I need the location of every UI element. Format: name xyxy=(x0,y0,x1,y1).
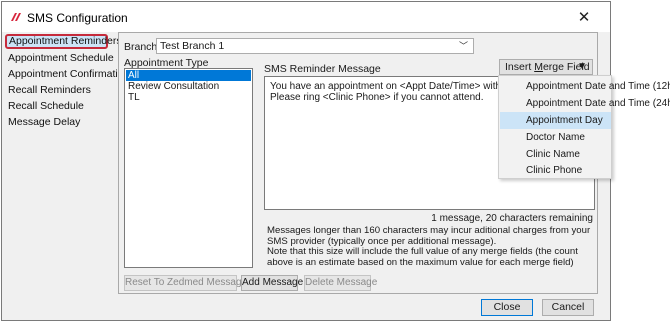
sidebar-item-appointment-confirmation[interactable]: Appointment Confirmation xyxy=(8,66,129,82)
branch-label: Branch: xyxy=(124,41,161,53)
sms-config-dialog: SMS Configuration ✕ Appointment Reminder… xyxy=(1,1,670,321)
chevron-down-icon: ﹀ xyxy=(458,41,468,51)
branch-select[interactable]: Test Branch 1 ﹀ xyxy=(156,38,474,54)
sidebar-item-appointment-reminders[interactable]: Appointment Reminders xyxy=(5,34,122,49)
menu-item-clinic-name[interactable]: Clinic Name xyxy=(500,146,611,163)
menu-item-doctor-name[interactable]: Doctor Name xyxy=(500,129,611,146)
menu-item-appt-datetime-24hr[interactable]: Appointment Date and Time (24hr) xyxy=(500,95,670,112)
list-item[interactable]: Review Consultation xyxy=(126,81,251,92)
close-icon[interactable]: ✕ xyxy=(572,8,596,28)
sidebar-item-appointment-schedule[interactable]: Appointment Schedule xyxy=(8,50,114,66)
list-item[interactable]: TL xyxy=(126,92,251,103)
list-item[interactable]: All xyxy=(126,70,251,81)
menu-item-appt-day[interactable]: Appointment Day xyxy=(500,112,611,129)
merge-button-label-pre: Insert xyxy=(505,61,535,73)
merge-button-mnemonic: M xyxy=(534,61,543,73)
sms-message-label: SMS Reminder Message xyxy=(264,63,381,75)
sidebar-item-recall-schedule[interactable]: Recall Schedule xyxy=(8,98,84,114)
title-bar: SMS Configuration ✕ xyxy=(2,2,610,32)
length-warning-note: Messages longer than 160 characters may … xyxy=(267,225,597,268)
insert-merge-field-button[interactable]: Insert Merge Field ▼ xyxy=(499,59,593,75)
sidebar-item-recall-reminders[interactable]: Recall Reminders xyxy=(8,82,91,98)
cancel-button[interactable]: Cancel xyxy=(542,299,594,316)
character-count: 1 message, 20 characters remaining xyxy=(431,213,593,224)
appointment-type-list[interactable]: All Review Consultation TL xyxy=(124,68,253,268)
length-warning-text: Messages longer than 160 characters may … xyxy=(267,225,591,268)
reset-message-button[interactable]: Reset To Zedmed Message xyxy=(124,275,247,291)
close-button[interactable]: Close xyxy=(481,299,533,316)
sidebar-item-message-delay[interactable]: Message Delay xyxy=(8,114,80,130)
menu-item-appt-datetime-12hr[interactable]: Appointment Date and Time (12hr) xyxy=(500,78,670,95)
delete-message-button[interactable]: Delete Message xyxy=(304,275,377,291)
merge-field-menu: Appointment Date and Time (12hr) Appoint… xyxy=(498,75,670,179)
sidebar: Appointment Reminders Appointment Schedu… xyxy=(2,32,129,320)
caret-down-icon: ▼ xyxy=(577,61,587,72)
menu-item-clinic-phone[interactable]: Clinic Phone xyxy=(500,162,611,179)
branch-value: Test Branch 1 xyxy=(160,40,225,52)
app-logo-icon xyxy=(11,13,21,21)
window-title: SMS Configuration xyxy=(27,11,128,25)
add-message-button[interactable]: Add Message xyxy=(241,275,303,291)
